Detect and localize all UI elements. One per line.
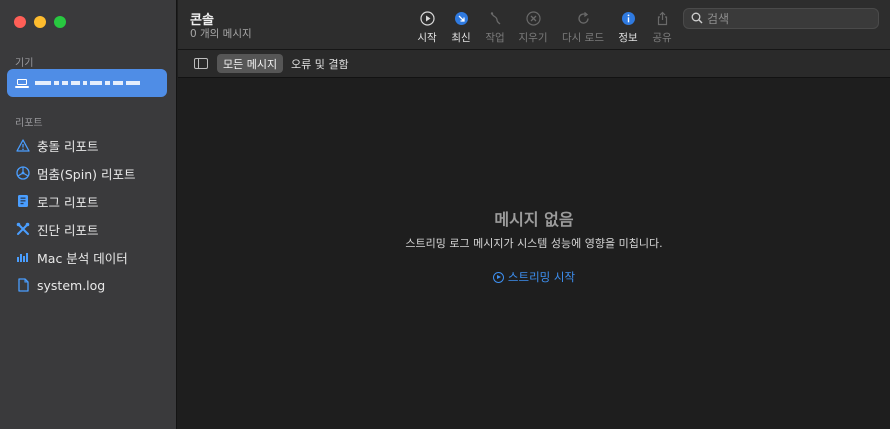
clear-label: 지우기 <box>518 32 548 44</box>
filter-all-messages[interactable]: 모든 메시지 <box>217 54 284 73</box>
sidebar-item-spin-reports[interactable]: 멈춤(Spin) 리포트 <box>0 159 177 187</box>
warning-icon <box>16 138 30 152</box>
search-input[interactable] <box>707 11 867 26</box>
now-button[interactable]: 최신 <box>443 10 479 45</box>
spin-icon <box>16 166 30 180</box>
sidebar-item-label: 멈춤(Spin) 리포트 <box>37 166 136 182</box>
document-icon <box>16 278 30 292</box>
search-field[interactable] <box>683 8 879 29</box>
filter-errors-faults[interactable]: 오류 및 결함 <box>285 54 355 73</box>
sidebar-item-label: Mac 분석 데이터 <box>37 250 128 266</box>
reload-button[interactable]: 다시 로드 <box>562 10 604 45</box>
clear-icon <box>525 10 541 26</box>
console-window: 기기 리포트 충돌 리포트 멈춤(Spin) 리포트 로그 리포트 진단 리포트… <box>0 0 890 429</box>
sidebar-item-device[interactable] <box>7 69 167 97</box>
jump-to-now-icon <box>453 10 469 26</box>
sidebar-item-diagnostic-reports[interactable]: 진단 리포트 <box>0 215 177 243</box>
sidebar-item-system-log[interactable]: system.log <box>0 271 177 299</box>
minimize-window-button[interactable] <box>34 16 46 28</box>
start-label: 시작 <box>417 32 437 44</box>
activities-icon <box>487 10 503 26</box>
play-circle-icon <box>492 271 504 283</box>
log-report-icon <box>16 194 30 208</box>
analytics-icon <box>16 250 30 264</box>
sidebar-item-label: 진단 리포트 <box>37 222 99 238</box>
start-streaming-link[interactable]: 스트리밍 시작 <box>178 269 890 285</box>
activities-label: 작업 <box>485 32 505 44</box>
reports-section-label: 리포트 <box>15 118 43 129</box>
toolbar: 콘솔 0 개의 메시지 시작 최신 작업 지우기 다시 로드 정보 공유 검색 <box>178 0 890 50</box>
clear-button[interactable]: 지우기 <box>515 10 551 45</box>
redacted-device-name <box>35 81 140 85</box>
reports-list: 충돌 리포트 멈춤(Spin) 리포트 로그 리포트 진단 리포트 Mac 분석… <box>0 131 177 299</box>
activities-button[interactable]: 작업 <box>477 10 513 45</box>
empty-state-description: 스트리밍 로그 메시지가 시스템 성능에 영향을 미칩니다. <box>405 237 663 250</box>
sidebar-item-log-reports[interactable]: 로그 리포트 <box>0 187 177 215</box>
share-label: 공유 <box>652 32 672 44</box>
start-streaming-label: 스트리밍 시작 <box>507 270 576 284</box>
start-button[interactable]: 시작 <box>409 10 445 45</box>
sidebar-toggle-icon[interactable] <box>194 58 208 69</box>
now-label: 최신 <box>451 32 471 44</box>
search-icon <box>691 9 703 28</box>
tools-icon <box>16 222 30 236</box>
reload-icon <box>575 10 591 26</box>
sidebar-item-crash-reports[interactable]: 충돌 리포트 <box>0 131 177 159</box>
zoom-window-button[interactable] <box>54 16 66 28</box>
sidebar: 기기 리포트 충돌 리포트 멈춤(Spin) 리포트 로그 리포트 진단 리포트… <box>0 0 177 429</box>
message-list-area: 메시지 없음 스트리밍 로그 메시지가 시스템 성능에 영향을 미칩니다. 스트… <box>178 78 890 429</box>
filter-bar: 모든 메시지 오류 및 결함 <box>178 50 890 78</box>
main-pane: 콘솔 0 개의 메시지 시작 최신 작업 지우기 다시 로드 정보 공유 검색 … <box>178 0 890 429</box>
info-button[interactable]: 정보 <box>610 10 646 45</box>
sidebar-item-label: 충돌 리포트 <box>37 138 99 154</box>
share-icon <box>654 10 670 26</box>
laptop-icon <box>15 78 29 88</box>
empty-state-title: 메시지 없음 <box>494 210 574 229</box>
info-icon <box>620 10 636 26</box>
sidebar-item-label: system.log <box>37 277 106 293</box>
sidebar-item-label: 로그 리포트 <box>37 194 99 210</box>
info-label: 정보 <box>618 32 638 44</box>
window-controls <box>14 16 66 28</box>
devices-section-label: 기기 <box>15 58 34 69</box>
reload-label: 다시 로드 <box>562 32 604 44</box>
play-icon <box>419 10 435 26</box>
sidebar-item-mac-analytics[interactable]: Mac 분석 데이터 <box>0 243 177 271</box>
close-window-button[interactable] <box>14 16 26 28</box>
message-count: 0 개의 메시지 <box>190 28 252 40</box>
share-button[interactable]: 공유 <box>644 10 680 45</box>
